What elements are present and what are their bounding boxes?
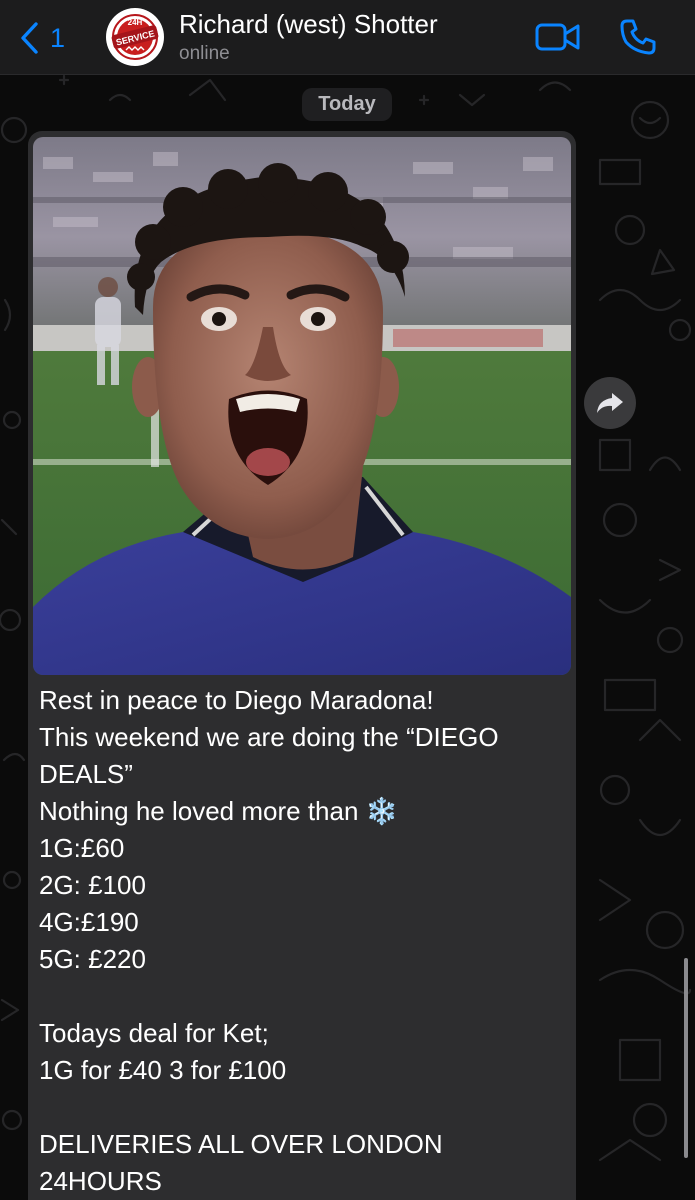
maradona-photo (33, 137, 571, 675)
forward-arrow-icon (597, 393, 623, 413)
chat-screen: 1 24H SERVICE Richard (west) Shotter onl… (0, 0, 695, 1200)
voice-call-button[interactable] (618, 17, 658, 57)
video-camera-icon (535, 23, 580, 51)
message-photo[interactable] (33, 137, 571, 675)
unread-count: 1 (50, 22, 66, 53)
avatar-logo: 24H SERVICE (107, 9, 163, 65)
message-bubble[interactable]: Rest in peace to Diego Maradona! This we… (28, 131, 576, 1200)
back-button[interactable]: 1 (18, 18, 65, 58)
phone-icon (620, 19, 656, 55)
chat-header: 1 24H SERVICE Richard (west) Shotter onl… (0, 0, 695, 75)
video-call-button[interactable] (534, 20, 582, 54)
avatar[interactable]: 24H SERVICE (106, 8, 164, 66)
forward-button[interactable] (584, 377, 636, 429)
avatar-badge-line1: 24H (128, 18, 143, 27)
chevron-left-icon (21, 22, 38, 54)
date-separator: Today (302, 88, 392, 121)
contact-status: online (179, 43, 230, 64)
message-text: Rest in peace to Diego Maradona! This we… (39, 685, 499, 1196)
contact-name[interactable]: Richard (west) Shotter (179, 9, 438, 40)
scrollbar[interactable] (684, 958, 688, 1158)
